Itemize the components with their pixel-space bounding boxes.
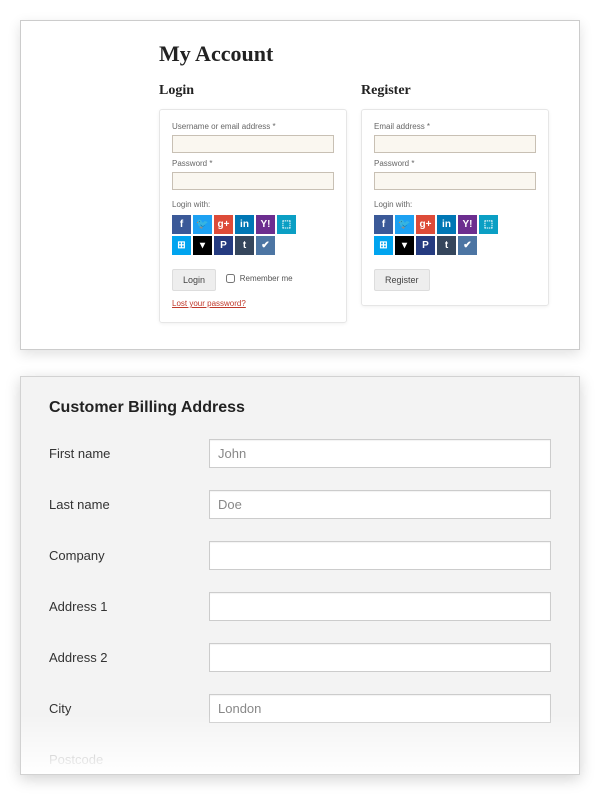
steam-icon[interactable]: ▾ [395, 236, 414, 255]
company-input[interactable] [209, 541, 551, 570]
social-row-1: f 🐦 g+ in Y! ⬚ [172, 215, 334, 234]
register-email-label: Email address * [374, 122, 536, 131]
social-row-2: ⊞ ▾ P t ✔ [172, 236, 334, 255]
tumblr-icon[interactable]: t [235, 236, 254, 255]
paypal-icon[interactable]: P [416, 236, 435, 255]
login-username-label: Username or email address * [172, 122, 334, 131]
social-row-3: f 🐦 g+ in Y! ⬚ [374, 215, 536, 234]
account-card: My Account Login Username or email addre… [20, 20, 580, 350]
social-row-4: ⊞ ▾ P t ✔ [374, 236, 536, 255]
linkedin-icon[interactable]: in [437, 215, 456, 234]
first-name-label: First name [49, 446, 209, 461]
address2-input[interactable] [209, 643, 551, 672]
address1-input[interactable] [209, 592, 551, 621]
login-username-input[interactable] [172, 135, 334, 153]
last-name-label: Last name [49, 497, 209, 512]
vk-icon[interactable]: ✔ [458, 236, 477, 255]
company-label: Company [49, 548, 209, 563]
yahoo-icon[interactable]: Y! [256, 215, 275, 234]
city-input[interactable] [209, 694, 551, 723]
remember-checkbox[interactable] [226, 274, 235, 283]
linkedin-icon[interactable]: in [235, 215, 254, 234]
register-email-input[interactable] [374, 135, 536, 153]
row-last-name: Last name [49, 490, 551, 519]
login-with-label: Login with: [172, 200, 334, 209]
facebook-icon[interactable]: f [172, 215, 191, 234]
row-company: Company [49, 541, 551, 570]
register-password-label: Password * [374, 159, 536, 168]
foursquare-icon[interactable]: ⬚ [277, 215, 296, 234]
remember-label: Remember me [240, 274, 293, 283]
facebook-icon[interactable]: f [374, 215, 393, 234]
login-heading: Login [159, 83, 347, 99]
lost-password-link[interactable]: Lost your password? [172, 299, 334, 308]
vk-icon[interactable]: ✔ [256, 236, 275, 255]
steam-icon[interactable]: ▾ [193, 236, 212, 255]
tumblr-icon[interactable]: t [437, 236, 456, 255]
googleplus-icon[interactable]: g+ [214, 215, 233, 234]
register-password-input[interactable] [374, 172, 536, 190]
page-title: My Account [159, 41, 549, 67]
row-first-name: First name [49, 439, 551, 468]
register-panel: Email address * Password * Login with: f… [361, 109, 549, 306]
row-address2: Address 2 [49, 643, 551, 672]
row-postcode: Postcode [49, 745, 551, 774]
row-address1: Address 1 [49, 592, 551, 621]
paypal-icon[interactable]: P [214, 236, 233, 255]
address1-label: Address 1 [49, 599, 209, 614]
login-column: Login Username or email address * Passwo… [159, 83, 347, 323]
forms-row: Login Username or email address * Passwo… [159, 83, 549, 323]
login-password-input[interactable] [172, 172, 334, 190]
foursquare-icon[interactable]: ⬚ [479, 215, 498, 234]
login-button[interactable]: Login [172, 269, 216, 291]
googleplus-icon[interactable]: g+ [416, 215, 435, 234]
last-name-input[interactable] [209, 490, 551, 519]
billing-heading: Customer Billing Address [49, 399, 551, 417]
login-password-label: Password * [172, 159, 334, 168]
register-button[interactable]: Register [374, 269, 430, 291]
register-login-with-label: Login with: [374, 200, 536, 209]
postcode-label: Postcode [49, 752, 209, 767]
address2-label: Address 2 [49, 650, 209, 665]
yahoo-icon[interactable]: Y! [458, 215, 477, 234]
row-city: City [49, 694, 551, 723]
twitter-icon[interactable]: 🐦 [395, 215, 414, 234]
windows-icon[interactable]: ⊞ [172, 236, 191, 255]
first-name-input[interactable] [209, 439, 551, 468]
city-label: City [49, 701, 209, 716]
remember-me[interactable]: Remember me [226, 274, 292, 283]
login-panel: Username or email address * Password * L… [159, 109, 347, 323]
twitter-icon[interactable]: 🐦 [193, 215, 212, 234]
register-heading: Register [361, 83, 549, 99]
billing-card: Customer Billing Address First name Last… [20, 376, 580, 775]
windows-icon[interactable]: ⊞ [374, 236, 393, 255]
register-column: Register Email address * Password * Logi… [361, 83, 549, 323]
